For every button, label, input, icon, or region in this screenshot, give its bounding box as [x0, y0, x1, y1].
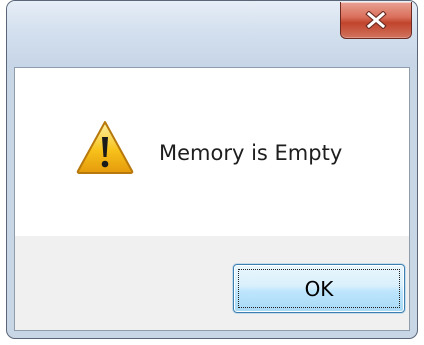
close-icon — [365, 11, 387, 29]
message-text: Memory is Empty — [159, 141, 343, 165]
ok-button[interactable]: OK — [233, 264, 405, 313]
dialog-body: Memory is Empty OK — [14, 67, 410, 331]
ok-button-label: OK — [304, 276, 334, 301]
screen: Memory is Empty OK — [0, 0, 424, 345]
close-button[interactable] — [340, 2, 412, 39]
message-area: Memory is Empty — [15, 68, 409, 236]
warning-icon — [76, 121, 134, 174]
message-box-window: Memory is Empty OK — [6, 0, 418, 339]
title-bar[interactable] — [7, 1, 417, 67]
